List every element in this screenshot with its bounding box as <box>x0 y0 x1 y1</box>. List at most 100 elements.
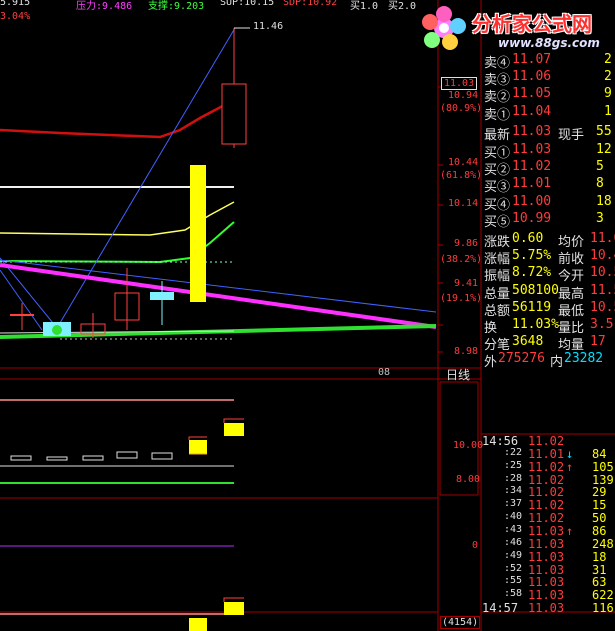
tick-time: :52 <box>504 562 523 574</box>
sell-level-price: 11.07 <box>512 52 552 67</box>
buy-level-row[interactable]: 买① 11.03 12 <box>484 142 615 161</box>
stat-label-2: 量比 <box>558 321 585 336</box>
buy-level-volume: 8 <box>596 176 604 192</box>
stat-value-2: 10.4 <box>590 248 615 264</box>
sell-level-row[interactable]: 卖④ 11.07 2 <box>484 52 615 71</box>
sub-axis-label: 0 <box>472 540 479 551</box>
buy-level-label: 买⑤ <box>484 214 511 230</box>
buy-level-label: 买② <box>484 163 511 179</box>
stat-value: 508100 <box>512 282 559 298</box>
stat-label-2: 最高 <box>558 286 585 302</box>
logo-url[interactable]: www.88gs.com <box>498 36 600 50</box>
stat-value: 5.75% <box>512 248 552 264</box>
header-support: 支撑:9.203 <box>148 1 205 12</box>
stat-value: 3648 <box>512 334 544 350</box>
tick-time: :25 <box>504 459 523 471</box>
stat-row: 涨跌 0.60 均价 11.0 <box>484 231 615 250</box>
sub-indicator-2 <box>0 545 244 631</box>
tick-time: :34 <box>504 485 523 497</box>
buy-level-label: 买④ <box>484 197 511 213</box>
logo-title: 分析家公式网 <box>472 12 592 36</box>
buy-level-row[interactable]: 买③ 11.01 8 <box>484 176 615 195</box>
buy-level-row[interactable]: 买② 11.02 5 <box>484 159 615 179</box>
outer-label: 外 <box>484 355 498 371</box>
stat-row: 总量 508100 最高 11.5 <box>484 282 615 302</box>
tick-volume: 116 <box>592 601 614 616</box>
stat-label-2: 最低 <box>558 303 585 319</box>
stat-label: 涨幅 <box>484 252 511 268</box>
stat-label-2: 均价 <box>558 235 585 250</box>
stat-label-2: 均量 <box>558 338 585 354</box>
buy-level-row[interactable]: 买⑤ 10.99 3 <box>484 210 615 230</box>
axis-label: 10.44 <box>448 157 479 168</box>
header-pressure: 压力:9.486 <box>76 1 133 12</box>
stat-row: 总额 56119 最低 10.5 <box>484 299 615 319</box>
buy-level-price: 11.02 <box>512 159 552 175</box>
sell-level-row[interactable]: 卖③ 11.06 2 <box>484 69 615 89</box>
sell-level-price: 11.05 <box>512 86 552 102</box>
axis-label-pct: (80.9%) <box>440 103 483 114</box>
tick-time: :37 <box>504 498 523 510</box>
stat-label: 总额 <box>484 303 511 319</box>
inner-value: 23282 <box>564 351 604 367</box>
stat-label: 总量 <box>484 286 511 302</box>
header-sdp: SDP:10.92 <box>283 0 338 8</box>
buy-level-price: 11.00 <box>512 193 552 209</box>
sell-level-price: 11.06 <box>512 69 552 85</box>
stat-value-2: 3.5 <box>590 317 614 332</box>
sub-indicator-1 <box>0 399 244 484</box>
sub-axis-label: 10.00 <box>453 440 484 451</box>
axis-label: 10.94 <box>448 90 479 101</box>
buy-level-volume: 12 <box>596 142 612 157</box>
period-label[interactable]: 日线 <box>446 366 470 383</box>
buy-level-price: 11.01 <box>512 176 552 192</box>
sell-level-label: 卖② <box>484 90 511 106</box>
stat-label-2: 前收 <box>558 252 585 268</box>
stat-value-2: 10.5 <box>590 265 615 281</box>
sell-level-label: 卖① <box>484 107 511 123</box>
buy-level-label: 买① <box>484 146 511 161</box>
latest-label: 最新 <box>484 127 511 143</box>
inner-label: 内 <box>550 355 564 371</box>
stat-label: 振幅 <box>484 269 511 285</box>
axis-label: 10.14 <box>448 198 479 209</box>
header-percent: 3.04% <box>0 11 31 22</box>
stat-value: 11.03% <box>512 317 559 332</box>
buy-level-price: 11.03 <box>512 142 552 157</box>
sell-level-label: 卖③ <box>484 73 511 89</box>
tick-time: :49 <box>504 549 523 561</box>
stat-row: 换 11.03% 量比 3.5 <box>484 317 615 336</box>
header-buy-fragment: 买2.0 <box>388 1 417 12</box>
tick-time: :55 <box>504 575 523 587</box>
sell-level-volume: 2 <box>604 69 612 85</box>
sell-level-volume: 1 <box>604 103 612 119</box>
sell-level-price: 11.04 <box>512 103 552 119</box>
tick-time: :46 <box>504 536 523 548</box>
buy-level-volume: 18 <box>596 193 612 209</box>
stat-value-2: 11.0 <box>590 231 615 246</box>
outer-value: 275276 <box>498 351 545 367</box>
current-hand-value: 55 <box>596 123 612 139</box>
tick-time: :43 <box>504 523 523 535</box>
axis-label: 9.41 <box>454 278 479 289</box>
axis-label-pct: (61.8%) <box>440 170 483 181</box>
stat-value: 0.60 <box>512 231 544 246</box>
sell-level-row[interactable]: 卖① 11.04 1 <box>484 103 615 123</box>
sell-level-label: 卖④ <box>484 56 511 71</box>
tick-price: 11.03 <box>528 601 565 616</box>
tick-time: :22 <box>504 446 523 458</box>
tick-time: 14:57 <box>482 601 519 616</box>
buy-level-row[interactable]: 买④ 11.00 18 <box>484 193 615 213</box>
stat-value-2: 10.5 <box>590 299 615 315</box>
stat-value-2: 17 <box>590 334 606 350</box>
axis-label-high: 11.46 <box>253 21 284 32</box>
date-label: 08 <box>378 367 391 378</box>
buy-level-volume: 5 <box>596 159 604 175</box>
tick-time: :40 <box>504 511 523 523</box>
axis-label: 9.86 <box>454 238 479 249</box>
magenta-trend <box>0 263 437 329</box>
buy-level-price: 10.99 <box>512 210 552 226</box>
sell-level-row[interactable]: 卖② 11.05 9 <box>484 86 615 106</box>
buy-level-volume: 3 <box>596 210 604 226</box>
red-upper-band <box>0 98 235 139</box>
